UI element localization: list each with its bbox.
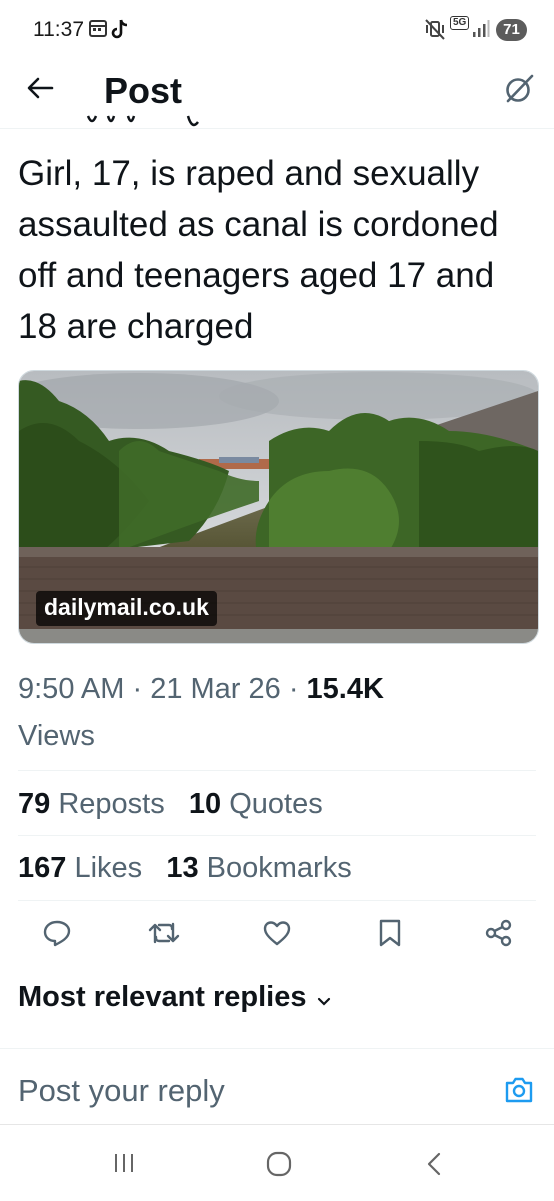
views-label: Views <box>18 720 95 752</box>
chevron-down-icon <box>317 982 331 1015</box>
status-bar: 11:37 5G 71 <box>0 0 554 60</box>
post-time: 9:50 AM <box>18 673 125 705</box>
post-action-bar <box>0 910 554 960</box>
post-meta: 9:50 AM · 21 Mar 26 · 15.4K Views <box>18 673 384 752</box>
divider <box>18 770 536 771</box>
like-heart-icon[interactable] <box>262 918 294 950</box>
page-title: Post <box>104 70 183 111</box>
bookmarks-stat[interactable]: 13 Bookmarks <box>166 852 351 884</box>
reposts-stat[interactable]: 79 Reposts <box>18 788 165 820</box>
network-type: 5G <box>450 16 470 30</box>
signal-icon <box>472 18 490 43</box>
status-time: 11:37 <box>33 18 84 41</box>
replies-sort-label: Most relevant replies <box>18 981 307 1013</box>
repost-icon[interactable] <box>148 918 180 950</box>
replies-sort-dropdown[interactable]: Most relevant replies <box>18 981 331 1015</box>
reply-icon[interactable] <box>42 918 74 950</box>
reposts-label: Reposts <box>58 788 165 820</box>
bookmarks-count: 13 <box>166 852 199 884</box>
calendar-icon <box>88 17 108 44</box>
likes-label: Likes <box>74 852 143 884</box>
post-date: 21 Mar 26 <box>150 673 281 705</box>
system-nav-bar <box>0 1124 554 1201</box>
like-bookmark-stats: 167 Likes 13 Bookmarks <box>18 852 352 885</box>
bookmark-icon[interactable] <box>376 918 408 950</box>
back-nav-icon[interactable] <box>424 1151 444 1182</box>
divider <box>18 835 536 836</box>
reply-input[interactable]: Post your reply <box>18 1073 225 1109</box>
share-icon[interactable] <box>484 918 516 950</box>
tiktok-icon <box>111 17 131 46</box>
battery-indicator: 71 <box>496 19 527 41</box>
camera-icon[interactable] <box>503 1075 535 1105</box>
divider <box>18 900 536 901</box>
repost-quote-stats: 79 Reposts 10 Quotes <box>18 788 323 821</box>
grok-icon[interactable] <box>502 72 536 106</box>
bookmarks-label: Bookmarks <box>206 852 352 884</box>
likes-count: 167 <box>18 852 67 884</box>
quotes-label: Quotes <box>229 788 323 820</box>
back-arrow-icon[interactable] <box>26 74 54 102</box>
views-count: 15.4K <box>306 673 384 705</box>
recent-apps-icon[interactable] <box>112 1151 136 1180</box>
quotes-count: 10 <box>188 788 222 820</box>
post-text: Girl, 17, is raped and sexually assaulte… <box>18 154 499 346</box>
scrolled-text-fragment <box>18 112 218 130</box>
home-icon[interactable] <box>266 1151 292 1182</box>
reply-composer: Post your reply <box>0 1048 554 1125</box>
mute-vibrate-icon <box>424 17 446 46</box>
link-card-domain: dailymail.co.uk <box>36 591 217 626</box>
link-card[interactable]: dailymail.co.uk <box>18 370 539 644</box>
likes-stat[interactable]: 167 Likes <box>18 852 142 884</box>
quotes-stat[interactable]: 10 Quotes <box>189 788 323 820</box>
reposts-count: 79 <box>18 788 51 820</box>
